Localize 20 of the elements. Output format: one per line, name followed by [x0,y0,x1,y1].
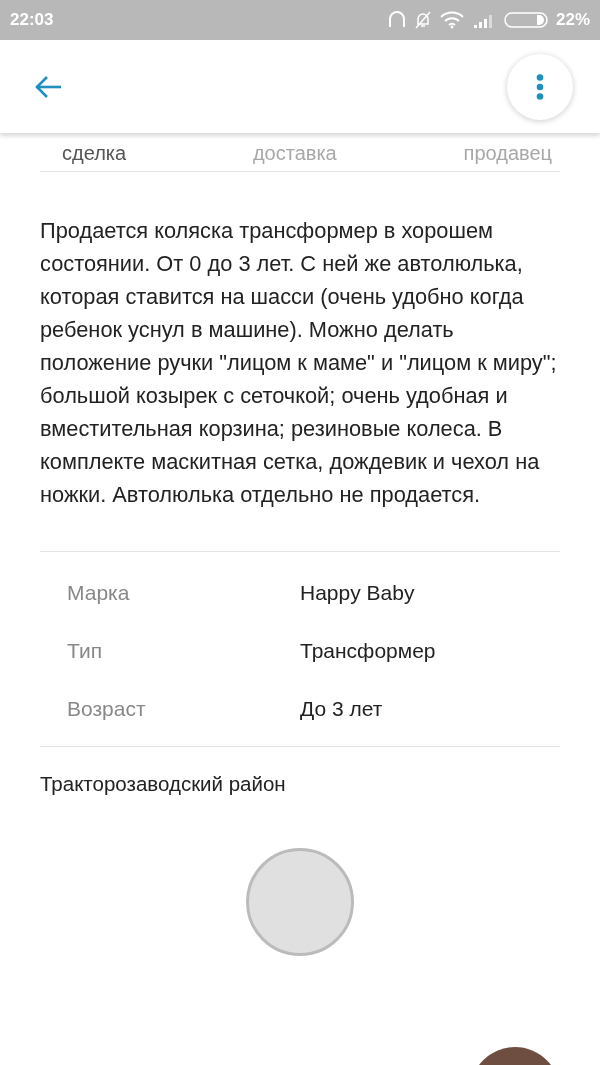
headphones-icon [387,11,406,29]
bell-off-icon [413,11,432,29]
tab[interactable]: доставка [252,141,337,165]
more-menu-button[interactable] [507,53,573,120]
attribute-label: Возраст [67,697,147,721]
attribute-value: До 3 лет [300,697,383,721]
clock: 22:03 [10,10,54,30]
battery-icon [503,11,548,29]
battery-percent: 22% [555,10,590,30]
tab[interactable]: сделка [62,141,127,165]
description-text: Продается коляска трансформер в хорошем состоянии. От 0 до 3 лет. С ней же автолюлька, которая ставится на шасси (очень удобно когда ребенок уснул в машине). Можно делать положение ручки "лицом к маме" и "лицом к миру"; большой козырек с сеточкой; очень удобная и вместительная корзина; резиновые колеса. В комплекте маскитная сетка, дождевик и чехол на ножки. Автолюлька отдельно не продается. [40,217,558,509]
attribute-label: Тип [67,639,103,663]
location-text: Тракторозаводский район [40,772,287,796]
attribute-value: Happy Baby [300,581,415,605]
attribute-value: Трансформер [300,639,436,663]
attribute-label: Марка [67,581,131,605]
tab[interactable]: продавец [463,141,552,165]
back-arrow-icon[interactable] [34,74,62,99]
more-icon [536,73,544,100]
wifi-icon [439,11,464,29]
